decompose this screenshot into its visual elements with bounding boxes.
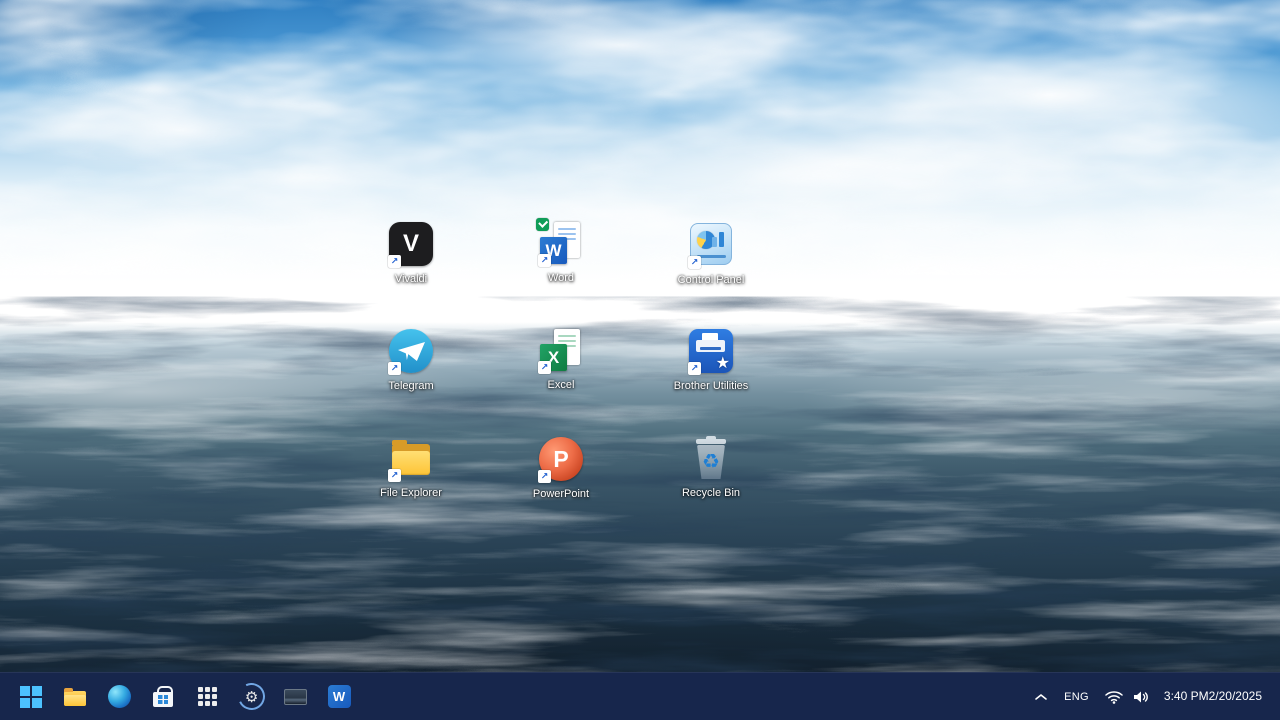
app-grid-icon (197, 687, 217, 706)
taskbar-pinned-apps: ⚙ W (0, 675, 361, 719)
desktop-icon-label: Brother Utilities (673, 380, 749, 392)
shortcut-arrow-icon: ↗ (688, 362, 701, 375)
hidden-icons-button[interactable] (1026, 675, 1056, 719)
shortcut-arrow-icon: ↗ (538, 254, 551, 267)
tray-time: 3:40 PM (1163, 689, 1209, 703)
clock[interactable]: 3:40 PM 2/20/2025 (1158, 675, 1268, 719)
word-icon: W (327, 685, 351, 708)
tray-date: 2/20/2025 (1208, 689, 1262, 703)
word-letter: W (332, 689, 346, 704)
desktop-icon-label: Control Panel (677, 274, 745, 286)
telegram-icon: ↗ (388, 329, 434, 375)
powerpoint-icon: P ↗ (538, 437, 584, 483)
wallpaper-sky (0, 0, 1280, 345)
photos-icon (283, 688, 307, 705)
desktop-icon-label: Word (547, 272, 575, 284)
folder-icon (64, 688, 86, 706)
shortcut-arrow-icon: ↗ (538, 361, 551, 374)
system-tray: ENG 3:40 PM 2/20/2025 (1026, 675, 1280, 719)
shortcut-arrow-icon: ↗ (388, 362, 401, 375)
recycle-bin-icon: ♻ (688, 436, 734, 482)
desktop-icon-vivaldi[interactable]: V ↗ Vivaldi (366, 221, 456, 286)
vivaldi-icon: V ↗ (388, 222, 434, 268)
powerpoint-letter: P (553, 445, 569, 472)
edge-browser-icon (107, 685, 131, 708)
windows-desktop: V ↗ Vivaldi W ↗ Word ↗ Control Panel ↗ T… (0, 0, 1280, 720)
desktop-icon-label: Recycle Bin (681, 487, 741, 499)
desktop-icon-label: PowerPoint (532, 488, 590, 500)
start-button[interactable] (9, 675, 53, 719)
desktop-icon-word[interactable]: W ↗ Word (516, 218, 606, 285)
desktop-icon-excel[interactable]: X ↗ Excel (516, 328, 606, 392)
desktop-icon-label: Telegram (388, 380, 434, 392)
taskbar-settings-button[interactable]: ⚙ (229, 675, 273, 719)
desktop-icon-label: Vivaldi (394, 273, 428, 285)
desktop-icon-brother-utilities[interactable]: ★ ↗ Brother Utilities (666, 328, 756, 393)
desktop-icon-control-panel[interactable]: ↗ Control Panel (666, 221, 756, 287)
taskbar-file-explorer-button[interactable] (53, 675, 97, 719)
network-volume-button[interactable] (1097, 675, 1158, 719)
chevron-up-icon (1035, 693, 1047, 700)
windows-logo-icon (20, 685, 42, 708)
word-icon: W ↗ (536, 218, 584, 267)
shortcut-arrow-icon: ↗ (388, 255, 401, 268)
taskbar-edge-button[interactable] (97, 675, 141, 719)
sync-check-badge-icon (536, 218, 549, 231)
folder-icon: ↗ (388, 436, 434, 482)
speaker-icon (1133, 691, 1148, 702)
gear-icon: ⚙ (233, 679, 269, 714)
control-panel-icon: ↗ (688, 223, 734, 269)
taskbar-word-button[interactable]: W (317, 675, 361, 719)
wallpaper-ocean (0, 322, 1280, 720)
shortcut-arrow-icon: ↗ (538, 470, 551, 483)
taskbar-photos-button[interactable] (273, 675, 317, 719)
store-bag-icon (153, 686, 173, 707)
taskbar-microsoft-store-button[interactable] (141, 675, 185, 719)
recycle-symbol-icon: ♻ (702, 449, 720, 473)
vivaldi-letter: V (402, 230, 419, 257)
desktop-icon-file-explorer[interactable]: ↗ File Explorer (366, 436, 456, 500)
desktop-icon-label: File Explorer (380, 487, 442, 499)
desktop-icon-recycle-bin[interactable]: ♻ Recycle Bin (666, 436, 756, 500)
desktop-icon-powerpoint[interactable]: P ↗ PowerPoint (516, 436, 606, 501)
desktop-icon-telegram[interactable]: ↗ Telegram (366, 328, 456, 393)
excel-icon: X ↗ (538, 328, 584, 374)
wifi-icon (1105, 690, 1123, 704)
printer-icon (696, 340, 725, 352)
shortcut-arrow-icon: ↗ (688, 256, 701, 269)
paper-plane-icon (398, 342, 425, 361)
desktop-icon-label: Excel (547, 379, 575, 391)
brother-utilities-icon: ★ ↗ (688, 329, 734, 375)
shortcut-arrow-icon: ↗ (388, 469, 401, 482)
language-indicator[interactable]: ENG (1056, 675, 1097, 719)
star-icon: ★ (715, 355, 730, 372)
taskbar: ⚙ W ENG 3:40 PM 2/20/2025 (0, 672, 1280, 720)
taskbar-app-grid-button[interactable] (185, 675, 229, 719)
